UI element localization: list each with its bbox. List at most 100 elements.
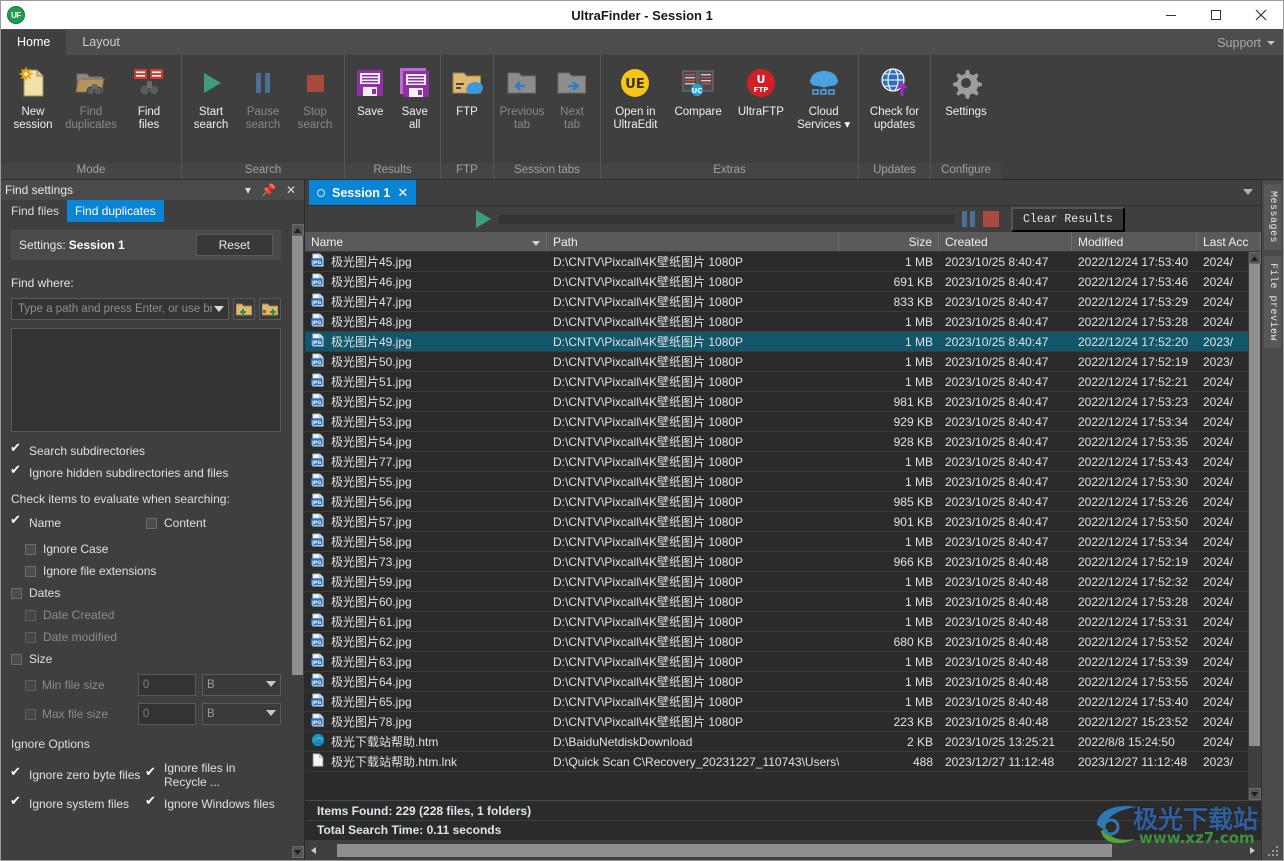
compare-button[interactable]: UC Compare <box>667 59 730 119</box>
open-in-ultraedit-button[interactable]: UE Open inUltraEdit <box>604 59 667 132</box>
chevron-down-icon[interactable] <box>212 305 226 313</box>
save-button[interactable]: Save <box>348 59 393 119</box>
stop-search-button[interactable]: Stopsearch <box>289 59 341 132</box>
checkbox-icon[interactable] <box>11 799 22 810</box>
checkbox-date-modified[interactable]: Date modified <box>25 630 281 644</box>
checkbox-ignore-file-extensions[interactable]: Ignore file extensions <box>25 564 281 578</box>
checkbox-date-created[interactable]: Date Created <box>25 608 281 622</box>
table-row[interactable]: JPG极光图片63.jpgD:\CNTV\Pixcall\4K壁纸图片 1080… <box>305 652 1248 672</box>
column-header-modified[interactable]: Modified <box>1072 232 1197 251</box>
find-settings-scrollbar[interactable] <box>291 222 304 860</box>
checkbox-size[interactable]: Size <box>11 652 281 666</box>
table-row[interactable]: JPG极光图片56.jpgD:\CNTV\Pixcall\4K壁纸图片 1080… <box>305 492 1248 512</box>
close-icon[interactable]: ✕ <box>286 183 296 197</box>
checkbox-dates[interactable]: Dates <box>11 586 281 600</box>
add-folder-plus-icon[interactable] <box>259 298 281 320</box>
table-row[interactable]: JPG极光图片77.jpgD:\CNTV\Pixcall\4K壁纸图片 1080… <box>305 452 1248 472</box>
column-header-last-accessed[interactable]: Last Acc <box>1197 232 1261 251</box>
pause-icon[interactable] <box>962 211 975 227</box>
column-header-size[interactable]: Size <box>839 232 939 251</box>
checkbox-icon[interactable] <box>11 446 22 457</box>
hscrollbar-thumb[interactable] <box>337 844 1112 857</box>
session-tabs-menu[interactable] <box>1243 180 1261 205</box>
find-files-button[interactable]: Findfiles <box>120 59 178 132</box>
close-icon[interactable]: ✕ <box>397 185 408 201</box>
previous-tab-button[interactable]: Previoustab <box>497 59 547 132</box>
dock-tab-file-preview[interactable]: File preview <box>1264 256 1281 348</box>
minimize-icon[interactable] <box>1148 1 1193 29</box>
checkbox-name[interactable]: Name <box>11 516 146 530</box>
scroll-left-icon[interactable] <box>307 844 320 857</box>
checkbox-icon[interactable] <box>25 709 36 720</box>
results-horizontal-scrollbar[interactable] <box>305 840 1261 860</box>
table-row[interactable]: JPG极光图片53.jpgD:\CNTV\Pixcall\4K壁纸图片 1080… <box>305 412 1248 432</box>
start-search-button[interactable]: Startsearch <box>185 59 237 132</box>
support-menu[interactable]: Support <box>1217 31 1283 55</box>
checkbox-icon[interactable] <box>146 799 157 810</box>
ultraftp-button[interactable]: U FTP UltraFTP <box>730 59 793 119</box>
path-combo[interactable]: Type a path and press Enter, or use brow… <box>11 298 229 320</box>
find-duplicates-button[interactable]: Findduplicates <box>62 59 120 132</box>
scrollbar-track[interactable] <box>292 236 303 846</box>
checkbox-ignore-hidden[interactable]: Ignore hidden subdirectories and files <box>11 466 281 480</box>
scroll-down-icon[interactable] <box>292 846 304 858</box>
checkbox-icon[interactable] <box>25 566 36 577</box>
checkbox-icon[interactable] <box>25 632 36 643</box>
table-row[interactable]: JPG极光图片62.jpgD:\CNTV\Pixcall\4K壁纸图片 1080… <box>305 632 1248 652</box>
path-input-placeholder[interactable]: Type a path and press Enter, or use brow… <box>18 303 212 315</box>
table-row[interactable]: JPG极光图片73.jpgD:\CNTV\Pixcall\4K壁纸图片 1080… <box>305 552 1248 572</box>
max-file-size-unit-select[interactable]: B <box>202 703 281 725</box>
tab-find-duplicates[interactable]: Find duplicates <box>67 200 164 222</box>
checkbox-icon[interactable] <box>11 518 22 529</box>
scroll-up-icon[interactable] <box>1249 252 1261 264</box>
table-row[interactable]: JPG极光图片51.jpgD:\CNTV\Pixcall\4K壁纸图片 1080… <box>305 372 1248 392</box>
scroll-up-icon[interactable] <box>292 224 304 236</box>
checkbox-icon[interactable] <box>11 654 22 665</box>
checkbox-icon[interactable] <box>146 770 157 781</box>
results-grid[interactable]: JPG极光图片45.jpgD:\CNTV\Pixcall\4K壁纸图片 1080… <box>305 252 1248 800</box>
cloud-services-button[interactable]: CloudServices ▾ <box>792 59 855 132</box>
table-row[interactable]: JPG极光图片57.jpgD:\CNTV\Pixcall\4K壁纸图片 1080… <box>305 512 1248 532</box>
table-row[interactable]: JPG极光图片55.jpgD:\CNTV\Pixcall\4K壁纸图片 1080… <box>305 472 1248 492</box>
table-row[interactable]: JPG极光图片58.jpgD:\CNTV\Pixcall\4K壁纸图片 1080… <box>305 532 1248 552</box>
checkbox-content[interactable]: Content <box>146 516 281 530</box>
results-vertical-scrollbar[interactable] <box>1248 252 1261 800</box>
table-row[interactable]: 极光下载站帮助.htmD:\BaiduNetdiskDownload2 KB20… <box>305 732 1248 752</box>
table-row[interactable]: JPG极光图片50.jpgD:\CNTV\Pixcall\4K壁纸图片 1080… <box>305 352 1248 372</box>
table-row[interactable]: JPG极光图片78.jpgD:\CNTV\Pixcall\4K壁纸图片 1080… <box>305 712 1248 732</box>
ftp-button[interactable]: FTP <box>444 59 490 119</box>
checkbox-icon[interactable] <box>25 610 36 621</box>
dock-tab-messages[interactable]: Messages <box>1264 184 1281 250</box>
checkbox-ignore-windows-files[interactable]: Ignore Windows files <box>146 797 281 811</box>
table-row[interactable]: JPG极光图片64.jpgD:\CNTV\Pixcall\4K壁纸图片 1080… <box>305 672 1248 692</box>
table-row[interactable]: JPG极光图片52.jpgD:\CNTV\Pixcall\4K壁纸图片 1080… <box>305 392 1248 412</box>
column-header-path[interactable]: Path <box>547 232 839 251</box>
next-tab-button[interactable]: Nexttab <box>547 59 597 132</box>
session-tab-1[interactable]: Session 1 ✕ <box>309 180 416 205</box>
checkbox-icon[interactable] <box>146 518 157 529</box>
checkbox-icon[interactable] <box>11 468 22 479</box>
hscrollbar-track[interactable] <box>322 844 1244 857</box>
table-row[interactable]: JPG极光图片45.jpgD:\CNTV\Pixcall\4K壁纸图片 1080… <box>305 252 1248 272</box>
min-file-size-unit-select[interactable]: B <box>202 674 281 696</box>
checkbox-ignore-zero-byte[interactable]: Ignore zero byte files <box>11 761 146 789</box>
column-header-name[interactable]: Name <box>305 232 547 251</box>
pause-search-button[interactable]: Pausesearch <box>237 59 289 132</box>
resize-grip-icon[interactable] <box>1268 846 1280 858</box>
table-row[interactable]: JPG极光图片61.jpgD:\CNTV\Pixcall\4K壁纸图片 1080… <box>305 612 1248 632</box>
chevron-down-icon[interactable]: ▾ <box>245 183 251 197</box>
checkbox-ignore-case[interactable]: Ignore Case <box>25 542 281 556</box>
tab-layout[interactable]: Layout <box>66 30 136 55</box>
scroll-down-icon[interactable] <box>1249 788 1261 800</box>
checkbox-search-subdirectories[interactable]: Search subdirectories <box>11 444 281 458</box>
table-row[interactable]: JPG极光图片49.jpgD:\CNTV\Pixcall\4K壁纸图片 1080… <box>305 332 1248 352</box>
table-row[interactable]: JPG极光图片46.jpgD:\CNTV\Pixcall\4K壁纸图片 1080… <box>305 272 1248 292</box>
clear-results-button[interactable]: Clear Results <box>1011 207 1125 232</box>
tab-home[interactable]: Home <box>1 30 66 55</box>
selected-paths-list[interactable] <box>11 328 281 432</box>
checkbox-icon[interactable] <box>11 770 22 781</box>
checkbox-icon[interactable] <box>11 588 22 599</box>
table-row[interactable]: JPG极光图片59.jpgD:\CNTV\Pixcall\4K壁纸图片 1080… <box>305 572 1248 592</box>
checkbox-icon[interactable] <box>25 544 36 555</box>
scrollbar-thumb[interactable] <box>292 236 303 675</box>
